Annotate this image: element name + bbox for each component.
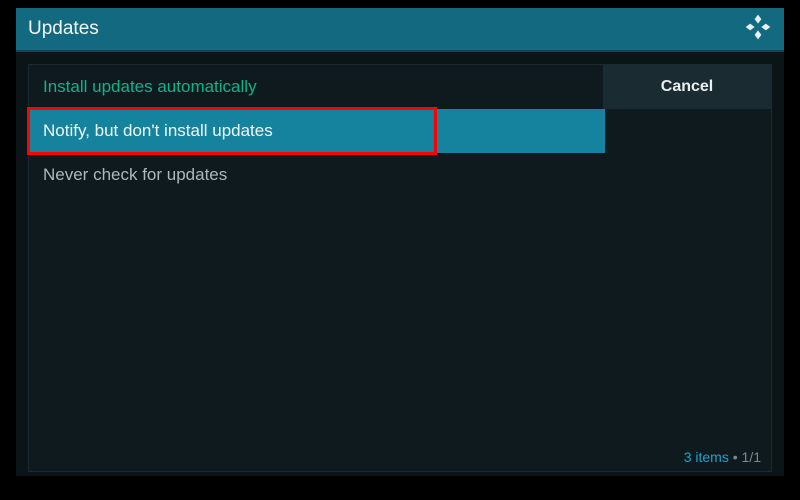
option-label: Never check for updates [43,165,227,185]
option-label: Notify, but don't install updates [43,121,273,141]
cancel-button[interactable]: Cancel [603,65,771,109]
option-label: Install updates automatically [43,77,257,97]
status-separator: • [729,449,742,465]
option-notify-dont-install[interactable]: Notify, but don't install updates [29,109,605,153]
titlebar: Updates [16,8,784,52]
item-count: 3 items [684,449,729,465]
kodi-logo-icon [744,13,772,46]
side-buttons: Cancel [603,65,771,109]
button-label: Cancel [661,78,713,96]
options-list: Install updates automatically Notify, bu… [29,65,605,197]
dialog-title: Updates [28,18,744,40]
page-indicator: 1/1 [742,449,761,465]
updates-dialog: Updates Install updates automatically No… [16,8,784,476]
option-install-automatically[interactable]: Install updates automatically [29,65,605,109]
option-never-check[interactable]: Never check for updates [29,153,605,197]
dialog-content: Install updates automatically Notify, bu… [28,64,772,472]
status-bar: 3 items • 1/1 [684,449,761,465]
